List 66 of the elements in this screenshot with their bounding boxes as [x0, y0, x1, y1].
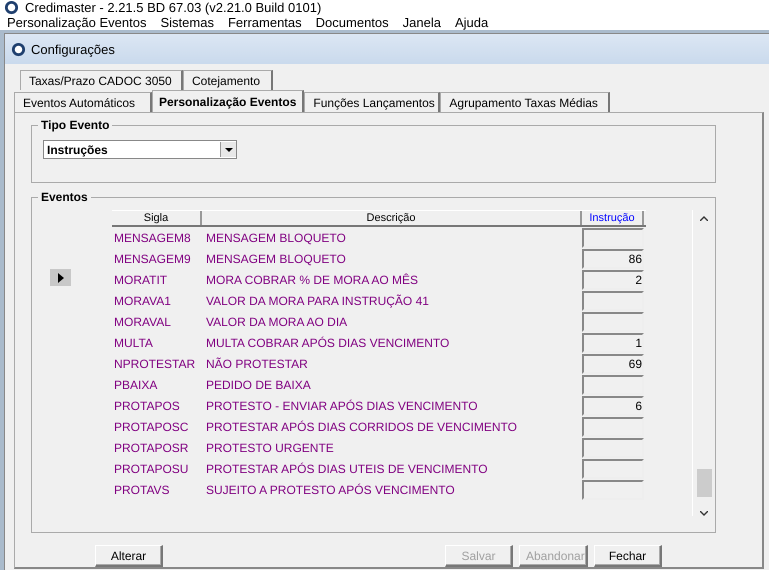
table-cell-text: MORAVAL	[113, 314, 172, 328]
menu-item[interactable]: Documentos	[316, 15, 389, 30]
window-logo-icon	[11, 42, 26, 56]
table-cell-text: MORAVA1	[113, 294, 172, 308]
table-cell-text: SUJEITO A PROTESTO APÓS VENCIMENTO	[206, 482, 456, 496]
table-cell-text: MENSAGEM8	[113, 230, 192, 244]
tab[interactable]: Cotejamento	[183, 70, 273, 90]
table-cell-text: NÃO PROTESTAR	[206, 356, 309, 370]
instruction-field[interactable]: 1	[582, 332, 644, 352]
table-cell-text: MORA COBRAR % DE MORA AO MÊS	[206, 272, 420, 286]
table-cell-text: PROTAVS	[113, 482, 171, 496]
instruction-field[interactable]	[582, 458, 644, 478]
instruction-field[interactable]: 86	[582, 248, 644, 268]
column-header[interactable]: Descrição	[202, 211, 582, 225]
table-cell-text: MULTA	[113, 336, 154, 350]
menu-item[interactable]: Janela	[402, 15, 441, 30]
dropdown-caret-icon	[224, 148, 232, 152]
table-cell-text: PROTESTAR APÓS DIAS UTEIS DE VENCIMENTO	[206, 462, 489, 476]
table-cell-text: VALOR DA MORA PARA INSTRUÇÃO 41	[206, 294, 430, 308]
scroll-down-icon[interactable]	[700, 511, 708, 516]
table-cell-text: MULTA COBRAR APÓS DIAS VENCIMENTO	[206, 336, 450, 350]
table-cell-text: PROTAPOSC	[113, 420, 190, 434]
tab[interactable]: Taxas/Prazo CADOC 3050	[20, 70, 183, 90]
menu-item[interactable]: Personalização Eventos	[7, 15, 146, 30]
table-cell-text: MORATIT	[113, 272, 168, 286]
instruction-field[interactable]	[582, 438, 644, 458]
instruction-field[interactable]: 2	[582, 270, 644, 290]
action-button[interactable]: Alterar	[95, 545, 163, 567]
table-cell-text: NPROTESTAR	[113, 356, 196, 370]
column-header[interactable]: Sigla	[112, 211, 202, 225]
menu-item[interactable]: Sistemas	[160, 15, 214, 30]
scroll-up-icon[interactable]	[700, 216, 708, 221]
table-cell-text: MENSAGEM9	[113, 252, 192, 266]
instruction-field[interactable]	[582, 374, 644, 394]
instruction-field[interactable]	[582, 480, 644, 500]
table-cell-text: PROTAPOS	[113, 398, 181, 412]
child-window-title: Configurações	[31, 42, 115, 56]
table-cell-text: PROTESTO URGENTE	[206, 440, 335, 454]
instruction-field[interactable]	[582, 228, 644, 248]
action-button[interactable]: Fechar	[594, 545, 662, 567]
table-cell-text: MENSAGEM BLOQUETO	[206, 252, 347, 266]
instruction-field[interactable]: 6	[582, 396, 644, 416]
table-cell-text: PROTESTAR APÓS DIAS CORRIDOS DE VENCIMENTO	[206, 420, 518, 434]
table-cell-text: PROTAPOSR	[113, 440, 190, 454]
instruction-field[interactable]: 69	[582, 354, 644, 374]
table-cell-text: VALOR DA MORA AO DIA	[206, 314, 348, 328]
window-title: Credimaster - 2.21.5 BD 67.03 (v2.21.0 Build 0101)	[25, 0, 322, 15]
group-label: Eventos	[38, 190, 91, 204]
menu-item[interactable]: Ferramentas	[228, 15, 302, 30]
table-cell-text: MENSAGEM BLOQUETO	[206, 230, 347, 244]
table-cell-text: PROTAPOSU	[113, 462, 190, 476]
table-cell-text: PEDIDO DE BAIXA	[206, 378, 312, 392]
instruction-field[interactable]	[582, 312, 644, 332]
tab[interactable]: Eventos Automáticos	[14, 92, 152, 112]
instruction-field[interactable]	[582, 290, 644, 310]
menu-item[interactable]: Ajuda	[454, 15, 488, 30]
instruction-field[interactable]	[582, 416, 644, 436]
tab[interactable]: Funções Lançamentos	[304, 92, 440, 112]
scrollbar-thumb[interactable]	[696, 469, 712, 497]
column-header[interactable]: Instrução	[582, 211, 644, 225]
event-type-dropdown[interactable]: Instruções	[43, 140, 237, 159]
table-cell-text: PROTESTO - ENVIAR APÓS DIAS VENCIMENTO	[206, 398, 479, 412]
table-cell-text: PBAIXA	[113, 378, 158, 392]
tab[interactable]: Agrupamento Taxas Médias	[440, 92, 610, 112]
tab[interactable]: Personalização Eventos	[152, 90, 304, 112]
group-label: Tipo Evento	[38, 118, 112, 132]
